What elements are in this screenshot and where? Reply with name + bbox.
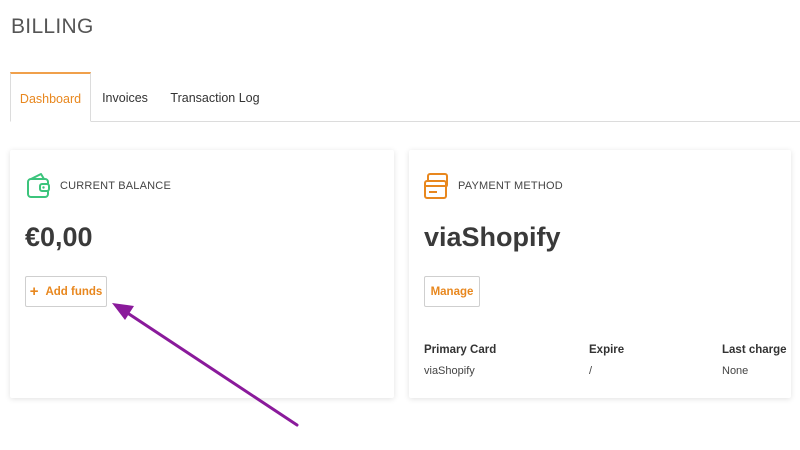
payment-method-value: viaShopify [424, 222, 561, 252]
payment-method-label: PAYMENT METHOD [458, 180, 563, 192]
payment-method-card: PAYMENT METHOD viaShopify Manage Primary… [409, 150, 791, 398]
table-header-last-charge: Last charge [722, 344, 787, 356]
credit-card-icon [424, 172, 450, 200]
wallet-icon [26, 172, 52, 200]
add-funds-label: Add funds [45, 285, 103, 298]
plus-icon: + [29, 283, 39, 300]
current-balance-value: €0,00 [25, 222, 93, 252]
table-cell-primary-card: viaShopify [424, 365, 475, 377]
manage-button[interactable]: Manage [424, 276, 480, 307]
table-cell-expire: / [589, 365, 593, 377]
current-balance-header: CURRENT BALANCE [26, 172, 171, 200]
current-balance-label: CURRENT BALANCE [60, 180, 171, 192]
current-balance-card: CURRENT BALANCE €0,00 + Add funds [10, 150, 394, 398]
page-title: BILLING [11, 15, 94, 38]
table-header-primary-card: Primary Card [424, 344, 497, 356]
add-funds-button[interactable]: + Add funds [25, 276, 107, 307]
payment-method-header: PAYMENT METHOD [424, 172, 563, 200]
tab-dashboard[interactable]: Dashboard [10, 72, 91, 122]
table-header-expire: Expire [589, 344, 625, 356]
tab-invoices[interactable]: Invoices [96, 72, 154, 121]
tab-bar: Dashboard Invoices Transaction Log [10, 72, 800, 122]
table-cell-last-charge: None [722, 365, 749, 377]
tab-transaction-log[interactable]: Transaction Log [165, 72, 265, 121]
